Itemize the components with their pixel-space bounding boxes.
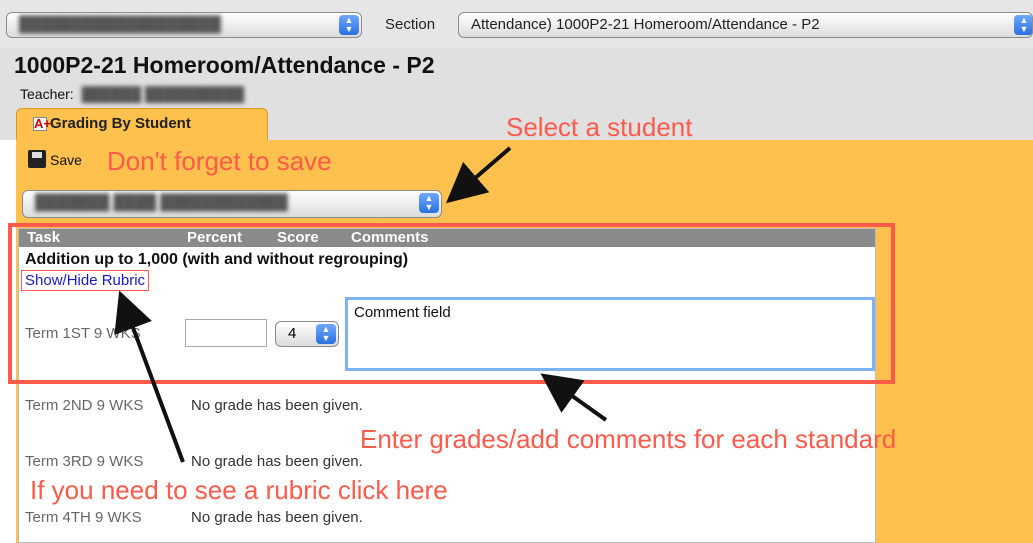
annotation-arrows <box>114 146 608 463</box>
arrow-to-comment-field <box>540 373 608 422</box>
arrow-to-rubric-link <box>114 290 185 463</box>
arrow-to-student-select <box>445 146 512 204</box>
